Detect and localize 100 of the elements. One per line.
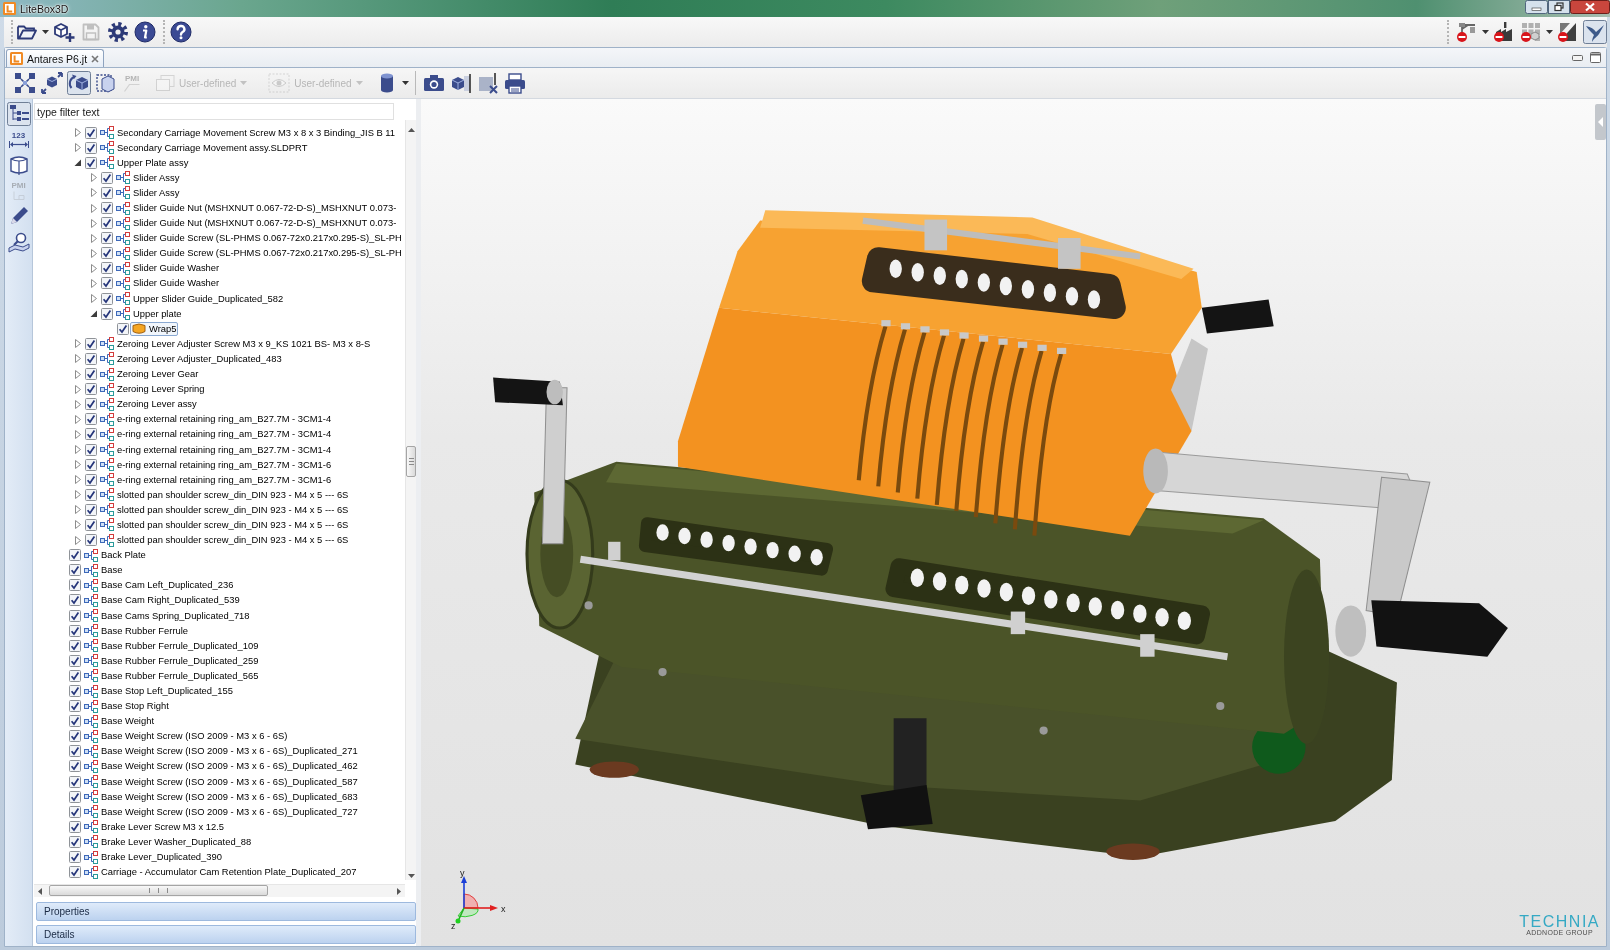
dimensions-button[interactable]: 123 [6, 127, 31, 152]
tree-item[interactable]: Slider Guide Nut (MSHXNUT 0.067-72-D-S)_MSHXNUT 0.073- [114, 201, 399, 215]
checkbox[interactable] [69, 715, 81, 728]
tree-item[interactable]: e-ring external retaining ring_am_B27.7M - 3CM1-4 [98, 427, 334, 442]
tree-item[interactable]: Base Rubber Ferrule_Duplicated_565 [82, 668, 261, 683]
checkbox[interactable] [85, 337, 97, 350]
tree-item[interactable]: Slider Assy [114, 170, 182, 185]
section-header[interactable]: Details [36, 925, 416, 944]
checkbox[interactable] [85, 428, 97, 441]
checkbox[interactable] [101, 186, 113, 199]
grid-no-entry-icon[interactable] [1519, 20, 1543, 44]
tree-item[interactable]: slotted pan shoulder screw_din_DIN 923 - M4 x 5 --- 6S [98, 533, 351, 548]
checkbox[interactable] [101, 292, 113, 305]
help-icon[interactable] [169, 20, 193, 44]
checkbox[interactable] [69, 745, 81, 758]
tree-item[interactable]: Upper Plate assy [98, 155, 191, 170]
checkbox[interactable] [69, 685, 81, 697]
tree-item[interactable]: Base Cams Spring_Duplicated_718 [82, 608, 252, 623]
tree-item[interactable]: Zeroing Lever Spring [98, 382, 207, 397]
tree-item[interactable]: Base Weight Screw (ISO 2009 - M3 x 6 - 6S)_Duplicated_683 [82, 789, 360, 804]
close-icon[interactable] [1570, 0, 1610, 14]
tree-item[interactable]: Base Weight Screw (ISO 2009 - M3 x 6 - 6S) [82, 729, 290, 744]
tree-item[interactable]: Base Stop Left_Duplicated_155 [82, 684, 235, 698]
filter-field[interactable]: type filter text [34, 103, 394, 120]
bird-icon[interactable] [1583, 20, 1607, 44]
caret-icon[interactable] [1546, 30, 1553, 34]
rotate-cube-icon[interactable] [67, 71, 91, 95]
expand-arrow-icon[interactable] [89, 309, 98, 319]
checkbox[interactable] [85, 352, 97, 365]
tree-item[interactable]: Brake Lever Screw M3 x 12.5 [82, 819, 226, 834]
tree-item[interactable]: Carriage - Accumulator Cam Retention Plate_Duplicated_207 [82, 865, 359, 880]
checkbox[interactable] [101, 202, 113, 214]
expand-arrow-icon[interactable] [73, 158, 82, 168]
tree-item[interactable]: Wrap5 [130, 321, 179, 336]
tree-item[interactable]: e-ring external retaining ring_am_B27.7M - 3CM1-4 [98, 442, 334, 457]
checkbox[interactable] [85, 126, 97, 139]
scrollbar-thumb[interactable] [49, 885, 268, 896]
tree-item[interactable]: Slider Assy [114, 185, 182, 200]
scroll-down-icon[interactable] [408, 874, 415, 878]
checkbox[interactable] [101, 217, 113, 230]
wireframe-box-icon[interactable] [94, 71, 118, 95]
checkbox[interactable] [69, 820, 81, 833]
checkbox[interactable] [85, 503, 97, 516]
tree-item[interactable]: Slider Guide Washer [114, 261, 222, 276]
tree-item[interactable]: Base Cam Left_Duplicated_236 [82, 578, 236, 593]
checkbox[interactable] [69, 730, 81, 743]
checkbox[interactable] [69, 564, 81, 577]
checkbox[interactable] [69, 549, 81, 562]
tree-item[interactable]: Zeroing Lever Gear [98, 367, 201, 382]
checkbox[interactable] [69, 790, 81, 803]
document-tab[interactable]: Antares P6.jt [6, 49, 105, 67]
checkbox[interactable] [69, 594, 81, 607]
tree-item[interactable]: Upper Slider Guide_Duplicated_582 [114, 291, 286, 306]
tree-item[interactable]: Base Weight Screw (ISO 2009 - M3 x 6 - 6S)_Duplicated_727 [82, 804, 360, 819]
tree-item[interactable]: Base Weight Screw (ISO 2009 - M3 x 6 - 6S)_Duplicated_587 [82, 774, 360, 789]
tree-item[interactable]: e-ring external retaining ring_am_B27.7M - 3CM1-6 [98, 472, 334, 487]
checkbox[interactable] [85, 443, 97, 456]
maximize-icon[interactable] [1590, 52, 1601, 63]
checkbox[interactable] [117, 322, 129, 335]
checkbox[interactable] [69, 851, 81, 864]
checkbox[interactable] [69, 639, 81, 652]
checkbox[interactable] [101, 171, 113, 184]
checkbox[interactable] [69, 866, 81, 879]
tree-item[interactable]: e-ring external retaining ring_am_B27.7M - 3CM1-6 [98, 457, 334, 472]
tree-item[interactable]: Slider Guide Screw (SL-PHMS 0.067-72x0.217x0.295-S)_SL-PH [114, 231, 404, 246]
tree-item[interactable]: Back Plate [82, 548, 148, 563]
tree-item[interactable]: Slider Guide Washer [114, 276, 222, 291]
checkbox[interactable] [85, 368, 97, 381]
scroll-up-icon[interactable] [408, 128, 415, 132]
checkbox[interactable] [85, 141, 97, 154]
scroll-right-icon[interactable] [397, 888, 401, 895]
checkbox[interactable] [85, 534, 97, 547]
tree-item[interactable]: Base [82, 563, 125, 578]
checkbox[interactable] [69, 835, 81, 848]
checkbox[interactable] [69, 760, 81, 773]
checkbox[interactable] [69, 700, 81, 713]
tree-item[interactable]: Brake Lever Washer_Duplicated_88 [82, 834, 254, 849]
tree-item[interactable]: Secondary Carriage Movement assy.SLDPRT [98, 140, 310, 155]
tree-item[interactable]: Zeroing Lever Adjuster Screw M3 x 9_KS 1021 BS- M3 x 8-S [98, 336, 373, 351]
checkbox[interactable] [85, 413, 97, 426]
checkbox[interactable] [101, 232, 113, 245]
checkbox[interactable] [101, 307, 113, 320]
info-icon[interactable] [133, 20, 157, 44]
checkbox[interactable] [85, 398, 97, 411]
tree-item[interactable]: Base Cam Right_Duplicated_539 [82, 593, 242, 608]
section-header[interactable]: Properties [36, 902, 416, 921]
tree-item[interactable]: slotted pan shoulder screw_din_DIN 923 - M4 x 5 --- 6S [98, 518, 351, 532]
checkbox[interactable] [69, 609, 81, 622]
tree-item[interactable]: Secondary Carriage Movement Screw M3 x 8 x 3 Binding_JIS B 11 [98, 125, 398, 140]
printer-icon[interactable] [502, 71, 527, 95]
checkbox[interactable] [101, 262, 113, 275]
caret-icon[interactable] [42, 30, 49, 34]
tree-item[interactable]: Brake Lever_Duplicated_390 [82, 850, 224, 865]
checkbox[interactable] [85, 519, 97, 531]
checkbox[interactable] [69, 669, 81, 682]
tree-item[interactable]: Zeroing Lever Adjuster_Duplicated_483 [98, 351, 284, 366]
settings-icon[interactable] [106, 20, 130, 44]
tree-item[interactable]: slotted pan shoulder screw_din_DIN 923 - M4 x 5 --- 6S [98, 487, 351, 502]
checkbox[interactable] [69, 805, 81, 818]
tree-item[interactable]: Base Weight Screw (ISO 2009 - M3 x 6 - 6S)_Duplicated_271 [82, 744, 360, 759]
